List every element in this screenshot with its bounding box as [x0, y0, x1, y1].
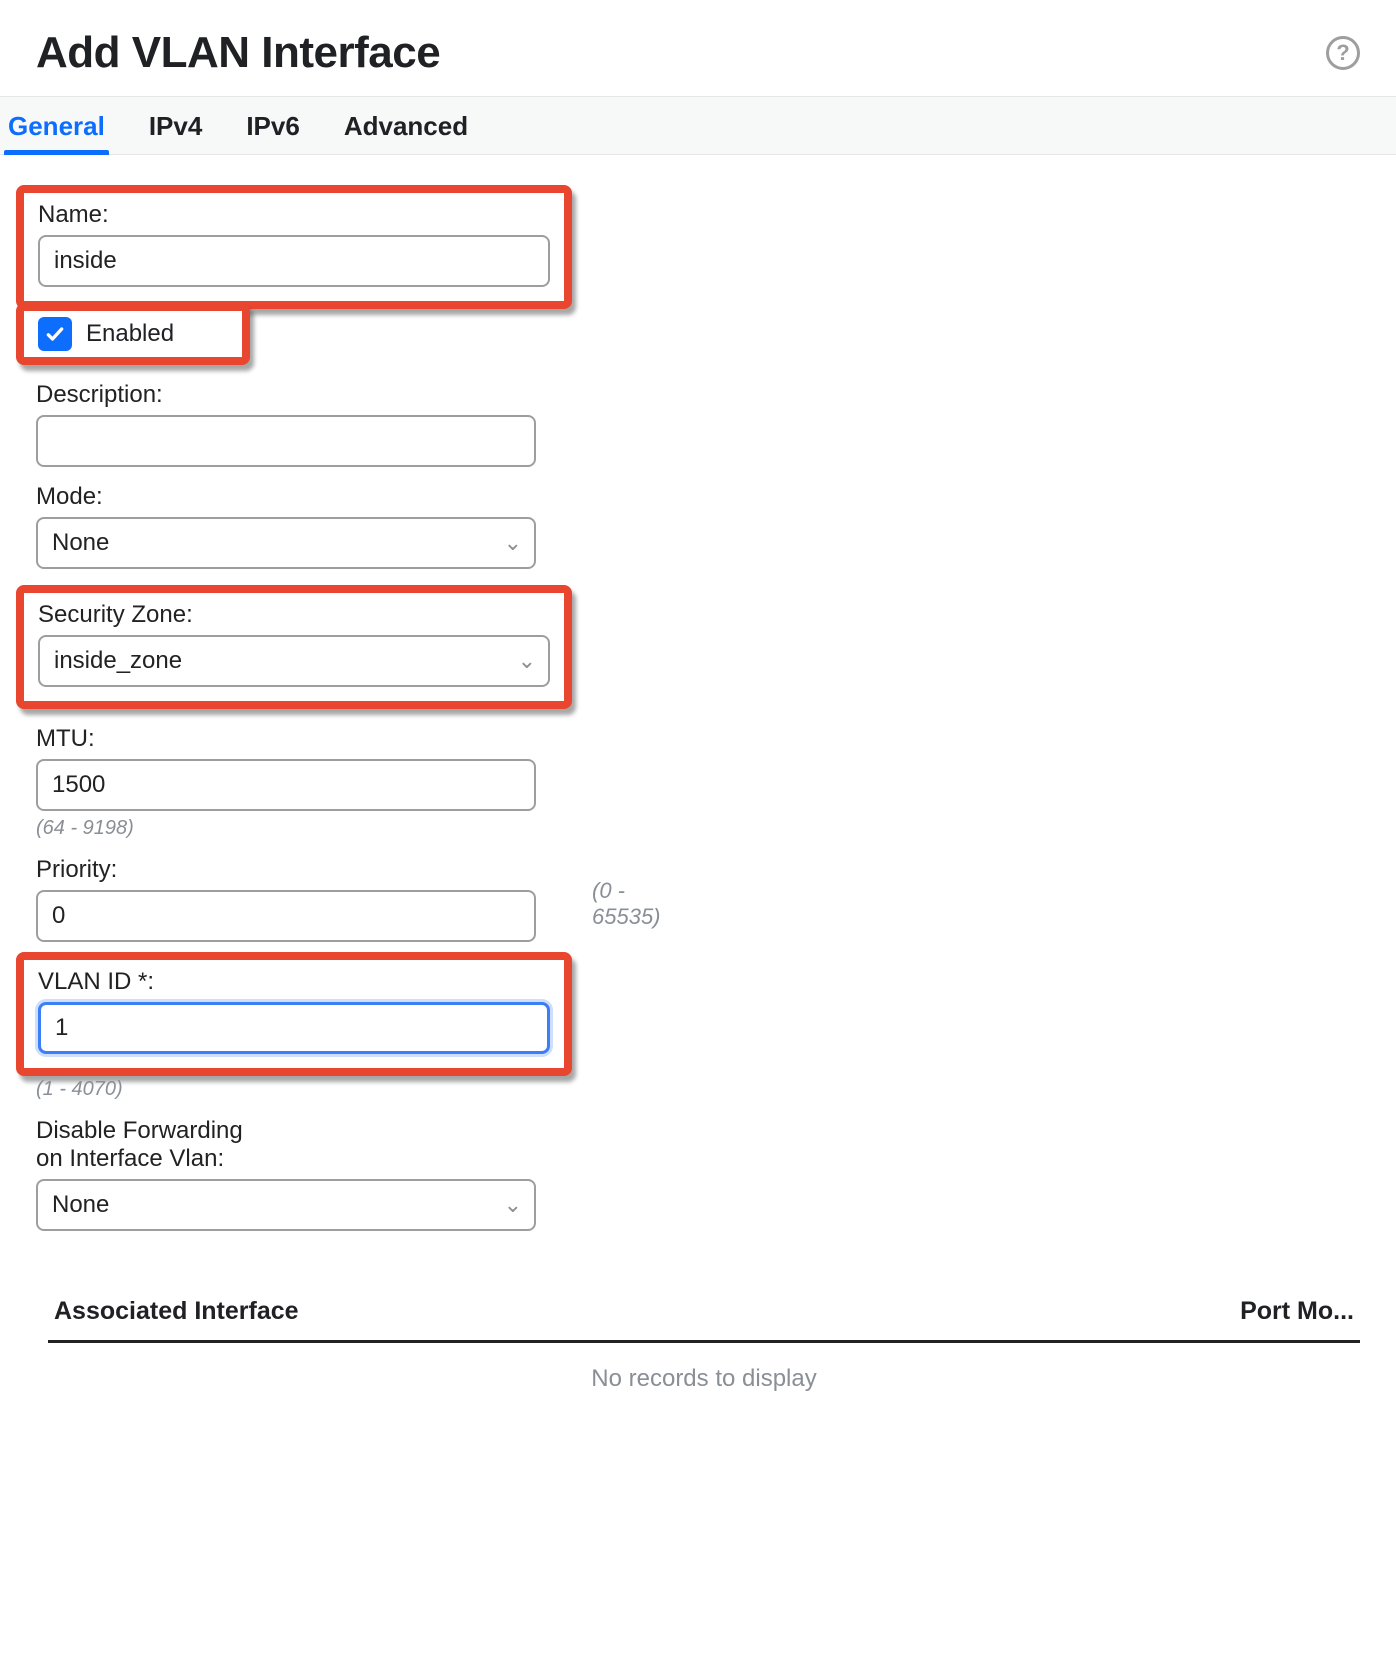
disable-forward-label-1: Disable Forwarding: [36, 1117, 604, 1145]
highlight-name: Name:: [16, 185, 572, 309]
highlight-vlan-id: VLAN ID *:: [16, 952, 572, 1076]
priority-range: (0 - 65535): [592, 878, 661, 930]
mode-select[interactable]: [36, 517, 536, 569]
table-column-associated-interface[interactable]: Associated Interface: [54, 1297, 299, 1326]
highlight-enabled: Enabled: [16, 303, 250, 365]
mtu-label: MTU:: [36, 725, 604, 753]
tab-bar: General IPv4 IPv6 Advanced: [0, 96, 1396, 155]
disable-forward-label-2: on Interface Vlan:: [36, 1145, 604, 1173]
vlan-id-label: VLAN ID *:: [38, 968, 550, 996]
enabled-label: Enabled: [86, 320, 174, 348]
name-input[interactable]: [38, 235, 550, 287]
vlan-id-range: (1 - 4070): [36, 1078, 604, 1101]
table-empty-text: No records to display: [48, 1343, 1360, 1403]
mode-label: Mode:: [36, 483, 604, 511]
description-label: Description:: [36, 381, 604, 409]
vlan-id-input[interactable]: [38, 1002, 550, 1054]
enabled-checkbox[interactable]: [38, 317, 72, 351]
page-title: Add VLAN Interface: [36, 28, 440, 78]
security-zone-label: Security Zone:: [38, 601, 550, 629]
help-icon[interactable]: ?: [1326, 36, 1360, 70]
tab-general[interactable]: General: [4, 97, 109, 154]
associated-interface-table: Associated Interface Port Mo... No recor…: [48, 1279, 1360, 1403]
name-label: Name:: [38, 201, 550, 229]
tab-ipv6[interactable]: IPv6: [242, 97, 304, 154]
mtu-range: (64 - 9198): [36, 817, 604, 840]
security-zone-select[interactable]: [38, 635, 550, 687]
tab-advanced[interactable]: Advanced: [340, 97, 472, 154]
mtu-input[interactable]: [36, 759, 536, 811]
priority-label: Priority:: [36, 856, 536, 884]
description-input[interactable]: [36, 415, 536, 467]
table-column-port-mode[interactable]: Port Mo...: [1240, 1297, 1354, 1326]
priority-input[interactable]: [36, 890, 536, 942]
check-icon: [45, 324, 65, 344]
tab-ipv4[interactable]: IPv4: [145, 97, 207, 154]
disable-forward-select[interactable]: [36, 1179, 536, 1231]
highlight-security-zone: Security Zone: ⌄: [16, 585, 572, 709]
